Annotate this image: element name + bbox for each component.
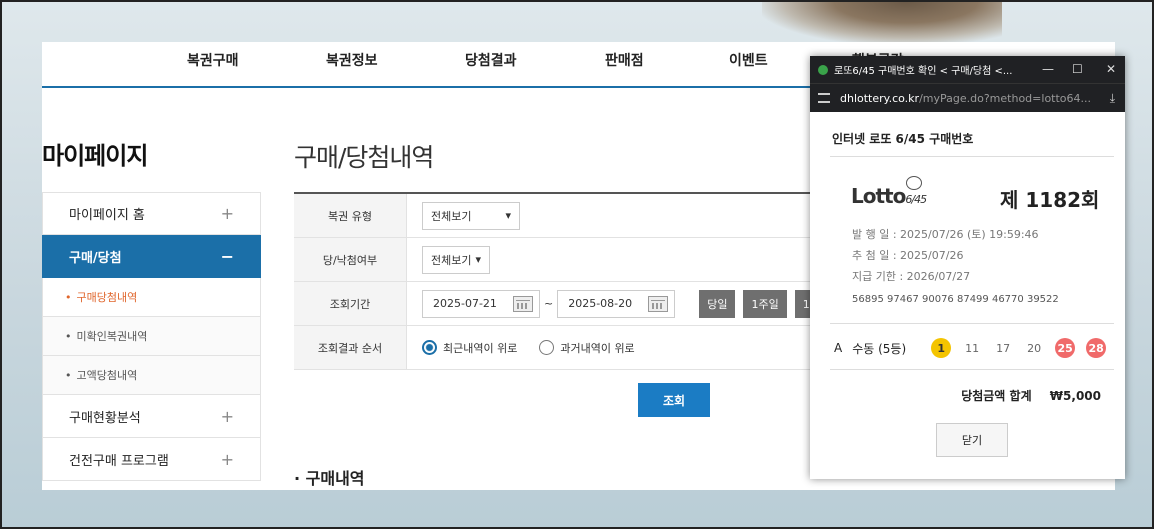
- divider: [830, 369, 1114, 370]
- number-ball: 11: [965, 341, 980, 355]
- select-value: 전체보기: [431, 253, 472, 267]
- today-button[interactable]: 당일: [699, 289, 736, 318]
- dropdown-arrow-icon: ▾: [505, 209, 511, 222]
- issue-date: 발 행 일 : 2025/07/26 (토) 19:59:46: [852, 228, 1039, 241]
- filter-label: 조회기간: [294, 282, 407, 325]
- select-value: 전체보기: [431, 209, 472, 223]
- ticket-popup-window: 로또6/45 구매번호 확인 < 구매/당첨 <... — ☐ ✕ dhlott…: [810, 56, 1125, 479]
- lotto-logo: Lotto6/45: [851, 184, 927, 208]
- game-slot: A: [834, 341, 843, 355]
- filter-label: 당/낙첨여부: [294, 238, 407, 281]
- page-title: 구매/당첨내역: [294, 143, 434, 172]
- ticket-heading: 인터넷 로또 6/45 구매번호: [832, 132, 974, 146]
- sidebar-item-label: 마이페이지 홈: [69, 208, 145, 223]
- filter-row-type: 복권 유형 전체보기 ▾: [294, 194, 854, 238]
- sidebar-sub-label: 고액당첨내역: [76, 369, 138, 382]
- sidebar-sub-unchecked[interactable]: • 미확인복권내역: [42, 317, 261, 356]
- search-button[interactable]: 조회: [638, 383, 710, 417]
- lottery-type-select[interactable]: 전체보기 ▾: [422, 201, 520, 230]
- sidebar-sub-purchase-history[interactable]: • 구매당첨내역: [42, 278, 261, 317]
- popup-window-title: 로또6/45 구매번호 확인 < 구매/당첨 <...: [834, 66, 1013, 77]
- number-ball: 17: [996, 341, 1011, 355]
- radio-label: 최근내역이 위로: [443, 341, 518, 355]
- download-icon[interactable]: ⤓: [1110, 91, 1115, 106]
- minus-icon: −: [220, 246, 234, 266]
- close-button[interactable]: 닫기: [936, 423, 1008, 457]
- filter-row-order: 조회결과 순서 최근내역이 위로 과거내역이 위로: [294, 326, 854, 370]
- plus-icon: +: [220, 204, 234, 223]
- logo-subtext: 6/45: [905, 193, 927, 206]
- sidebar-sub-label: 미확인복권내역: [76, 330, 148, 343]
- maximize-icon[interactable]: ☐: [1072, 62, 1083, 76]
- sidebar-sub-high-prize[interactable]: • 고액당첨내역: [42, 356, 261, 395]
- gnb-stores[interactable]: 판매점: [605, 50, 644, 70]
- total-value: ₩5,000: [1049, 389, 1101, 403]
- calendar-icon[interactable]: [513, 295, 533, 312]
- logo-text: Lotto: [851, 184, 906, 208]
- sidebar-item-label: 건전구매 프로그램: [69, 453, 169, 469]
- plus-icon: +: [220, 449, 234, 469]
- order-past-radio[interactable]: 과거내역이 위로: [539, 340, 635, 356]
- radio-unchecked-icon: [539, 340, 555, 355]
- radio-checked-icon: [422, 340, 437, 355]
- gnb-events[interactable]: 이벤트: [729, 50, 768, 70]
- url-host: dhlottery.co.kr: [840, 91, 920, 105]
- bullet-icon: •: [65, 368, 72, 382]
- sidebar-item-label: 구매/당첨: [69, 250, 122, 266]
- sidebar-title: 마이페이지: [42, 142, 148, 170]
- draw-date: 추 첨 일 : 2025/07/26: [852, 249, 964, 262]
- popup-address-bar[interactable]: dhlottery.co.kr /myPage.do?method=lotto6…: [810, 83, 1125, 112]
- url-path: /myPage.do?method=lotto64...: [919, 91, 1092, 105]
- game-row-a: A 수동 (5등) 1 11 17 20 25 28: [834, 338, 1107, 358]
- sidebar-sub-label: 구매당첨내역: [76, 291, 138, 304]
- gnb-info[interactable]: 복권정보: [326, 50, 378, 70]
- total-label: 당첨금액 합계: [961, 389, 1032, 403]
- filter-row-win: 당/낙첨여부 전체보기 ▾: [294, 238, 854, 282]
- game-mode: 수동 (5등): [852, 341, 907, 356]
- sidebar-item-label: 구매현황분석: [69, 410, 141, 426]
- gnb-buy[interactable]: 복권구매: [187, 50, 239, 70]
- background-balloon-image: [762, 2, 1002, 44]
- popup-titlebar: 로또6/45 구매번호 확인 < 구매/당첨 <... — ☐ ✕: [810, 56, 1125, 83]
- filter-label: 복권 유형: [294, 194, 407, 237]
- date-to-field[interactable]: 2025-08-20: [557, 289, 676, 318]
- payment-deadline: 지급 기한 : 2026/07/27: [852, 270, 971, 283]
- ticket-serial: 56895 97467 90076 87499 46770 39522: [852, 294, 1059, 305]
- one-week-button[interactable]: 1주일: [743, 289, 787, 318]
- sidebar-item-mypage-home[interactable]: 마이페이지 홈 +: [42, 192, 261, 235]
- sidebar-item-analysis[interactable]: 구매현황분석 +: [42, 395, 261, 438]
- site-favicon-icon: [818, 64, 828, 75]
- date-value: 2025-08-20: [568, 297, 633, 310]
- search-filter-table: 복권 유형 전체보기 ▾ 당/낙첨여부 전체보기 ▾ 조회기간 2025-07-…: [294, 192, 854, 370]
- calendar-icon[interactable]: [648, 295, 669, 312]
- number-ball-matched: 25: [1055, 338, 1076, 358]
- bullet-icon: •: [65, 290, 72, 304]
- sidebar-item-purchase-win[interactable]: 구매/당첨 −: [42, 235, 261, 278]
- close-window-icon[interactable]: ✕: [1106, 62, 1116, 76]
- bullet-icon: •: [65, 329, 72, 343]
- minimize-icon[interactable]: —: [1042, 62, 1054, 76]
- date-from-field[interactable]: 2025-07-21: [422, 289, 540, 318]
- dropdown-arrow-icon: ▾: [475, 253, 481, 266]
- order-recent-radio[interactable]: 최근내역이 위로: [422, 340, 517, 356]
- sidebar: 마이페이지 홈 + 구매/당첨 − • 구매당첨내역 • 미확인복권내역 • 고…: [42, 192, 261, 481]
- section-heading-purchases: · 구매내역: [294, 469, 365, 488]
- sidebar-item-healthy-program[interactable]: 건전구매 프로그램 +: [42, 438, 261, 481]
- gnb-results[interactable]: 당첨결과: [465, 50, 517, 70]
- divider: [830, 156, 1114, 157]
- range-separator: ~: [544, 297, 554, 310]
- prize-total: 당첨금액 합계 ₩5,000: [961, 387, 1101, 404]
- date-value: 2025-07-21: [433, 297, 497, 310]
- win-status-select[interactable]: 전체보기 ▾: [422, 245, 490, 274]
- radio-label: 과거내역이 위로: [560, 341, 635, 355]
- site-settings-icon[interactable]: [818, 93, 830, 103]
- number-ball-matched: 1: [931, 338, 952, 358]
- number-ball: 20: [1027, 341, 1042, 355]
- filter-row-period: 조회기간 2025-07-21 ~ 2025-08-20 당일 1주일 1개월: [294, 282, 854, 326]
- divider: [830, 323, 1114, 324]
- plus-icon: +: [220, 406, 234, 426]
- number-ball-matched: 28: [1086, 338, 1107, 358]
- filter-label: 조회결과 순서: [294, 326, 407, 369]
- draw-number: 제 1182회: [1000, 188, 1100, 212]
